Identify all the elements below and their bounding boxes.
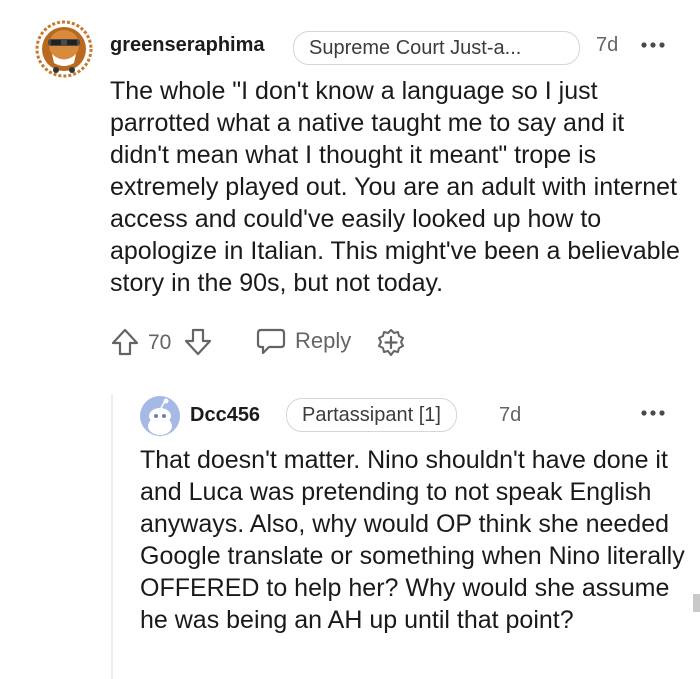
- user-flair: Supreme Court Just-a...: [293, 31, 580, 65]
- more-options-icon[interactable]: [640, 41, 666, 49]
- downvote-arrow-icon[interactable]: [183, 327, 213, 357]
- comment-body: That doesn't matter. Nino shouldn't have…: [140, 446, 685, 634]
- comment-body: The whole "I don't know a language so I …: [110, 77, 680, 297]
- timestamp: 7d: [596, 34, 619, 56]
- scrollbar-thumb[interactable]: [693, 594, 700, 612]
- upvote-arrow-icon[interactable]: [110, 327, 140, 357]
- avatar[interactable]: [34, 19, 94, 79]
- timestamp: 7d: [499, 404, 522, 426]
- reply-button[interactable]: Reply: [255, 326, 351, 356]
- username[interactable]: Dcc456: [190, 404, 260, 427]
- speech-bubble-icon: [256, 328, 286, 355]
- more-options-icon[interactable]: [640, 409, 666, 417]
- avatar[interactable]: [140, 396, 180, 436]
- vote-score: 70: [148, 331, 172, 354]
- thread-line[interactable]: [111, 394, 113, 679]
- award-icon[interactable]: [375, 327, 407, 359]
- user-flair: Partassipant [1]: [286, 398, 457, 432]
- reply-label: Reply: [295, 328, 352, 353]
- username[interactable]: greenseraphima: [110, 34, 265, 57]
